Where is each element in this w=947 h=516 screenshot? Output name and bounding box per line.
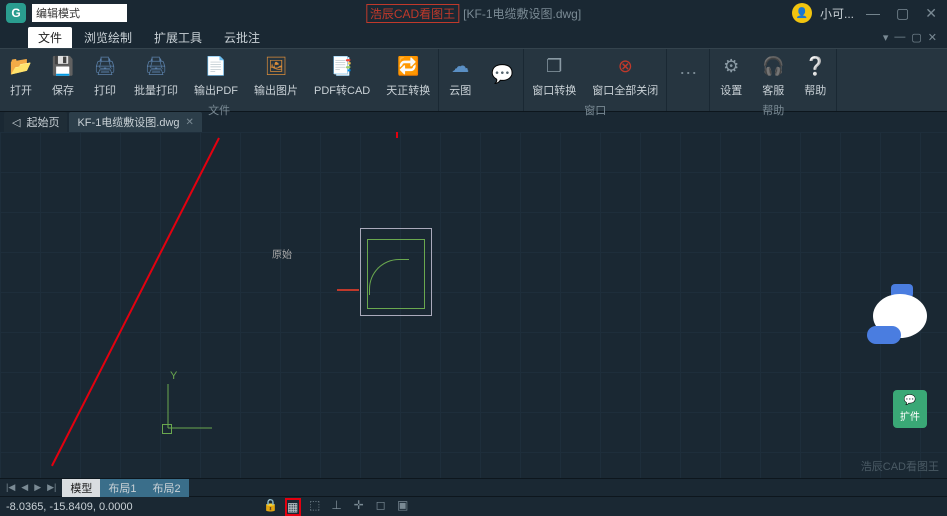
drawing-rect — [360, 228, 432, 316]
convert-icon: 📑 — [329, 53, 355, 79]
ribbon-group-file: 📂打开 💾保存 🖨打印 🖨批量打印 📄输出PDF 🖼输出图片 📑PDF转CAD … — [0, 49, 439, 111]
image-icon: 🖼 — [263, 53, 289, 79]
save-button[interactable]: 💾保存 — [42, 49, 84, 102]
collapse-ribbon-icon[interactable]: ▾ — [883, 31, 889, 44]
close-doc-icon[interactable]: ✕ — [928, 31, 937, 44]
minimize-button[interactable]: — — [862, 5, 884, 21]
print-button[interactable]: 🖨打印 — [84, 49, 126, 102]
dots-icon: ⋯ — [675, 60, 701, 86]
window-switch-button[interactable]: ❐窗口转换 — [524, 49, 584, 102]
folder-open-icon: 📂 — [8, 53, 34, 79]
save-icon: 💾 — [50, 53, 76, 79]
status-ortho-icon[interactable]: ⊥ — [329, 498, 345, 516]
coordinates: -8.0365, -15.8409, 0.0000 — [6, 501, 133, 513]
last-tab-button[interactable]: ▶| — [45, 482, 58, 493]
cloud-button[interactable]: ☁云图 — [439, 49, 481, 102]
tab-layout2[interactable]: 布局2 — [145, 479, 189, 497]
ribbon-group-window: ❐窗口转换 ⊗窗口全部关闭 窗口 — [524, 49, 667, 111]
print-icon: 🖨 — [92, 53, 118, 79]
watermark: 浩辰CAD看图王 — [861, 458, 939, 474]
menu-cloud-annotate[interactable]: 云批注 — [214, 27, 270, 48]
menu-bar: 文件 浏览绘制 扩展工具 云批注 ▾ — ▢ ✕ — [0, 26, 947, 48]
start-tab[interactable]: ◁ 起始页 — [4, 112, 67, 132]
pdf-icon: 📄 — [203, 53, 229, 79]
layout-tabs: |◀ ◀ ▶ ▶| 模型 布局1 布局2 — [0, 478, 947, 496]
first-tab-button[interactable]: |◀ — [4, 482, 17, 493]
help-icon: ❔ — [802, 53, 828, 79]
ucs-origin — [162, 424, 172, 434]
status-lock-icon[interactable]: 🔒 — [263, 498, 279, 516]
ribbon-group-cloud: ☁云图 💬 — [439, 49, 524, 111]
annotation-arrow-top — [396, 132, 398, 138]
mascot[interactable] — [865, 282, 935, 342]
chat-icon: 💬 — [904, 395, 916, 406]
tab-model[interactable]: 模型 — [62, 479, 100, 497]
grid — [0, 132, 947, 478]
status-osnap-icon[interactable]: ◻ — [373, 498, 389, 516]
tianzheng-convert-button[interactable]: 🔁天正转换 — [378, 49, 438, 102]
open-button[interactable]: 📂打开 — [0, 49, 42, 102]
ribbon-group-label: 窗口 — [524, 102, 666, 120]
headset-icon: 🎧 — [760, 53, 786, 79]
window-close-all-button[interactable]: ⊗窗口全部关闭 — [584, 49, 666, 102]
user-name: 小可... — [820, 5, 854, 22]
title-center: 浩辰CAD看图王 [KF-1电缆敷设图.dwg] — [366, 4, 581, 23]
settings-button[interactable]: ⚙设置 — [710, 49, 752, 102]
drawing-curve — [369, 259, 409, 295]
plugin-button[interactable]: 💬 扩件 — [893, 390, 927, 428]
ribbon-group-label: 帮助 — [710, 102, 836, 120]
status-snap-icon[interactable]: ⬚ — [307, 498, 323, 516]
wechat-icon: 💬 — [489, 61, 515, 87]
status-grid-icon[interactable]: ▦ — [285, 498, 301, 516]
window-icon: ❐ — [541, 53, 567, 79]
export-image-button[interactable]: 🖼输出图片 — [246, 49, 306, 102]
tab-layout1[interactable]: 布局1 — [100, 479, 144, 497]
ribbon-group-help: ⚙设置 🎧客服 ❔帮助 帮助 — [710, 49, 837, 111]
menu-file[interactable]: 文件 — [28, 27, 72, 48]
pdf-to-cad-button[interactable]: 📑PDF转CAD — [306, 49, 378, 102]
ribbon-group-misc: ⋯ — [667, 49, 710, 111]
misc-button[interactable]: ⋯ — [667, 49, 709, 97]
restore-doc-icon[interactable]: ▢ — [911, 31, 921, 44]
title-bar: G 浩辰CAD看图王 [KF-1电缆敷设图.dwg] 👤 小可... — ▢ ✕ — [0, 0, 947, 26]
mode-input[interactable] — [32, 4, 127, 22]
export-pdf-button[interactable]: 📄输出PDF — [186, 49, 246, 102]
menu-browse-draw[interactable]: 浏览绘制 — [74, 27, 142, 48]
ribbon: 📂打开 💾保存 🖨打印 🖨批量打印 📄输出PDF 🖼输出图片 📑PDF转CAD … — [0, 48, 947, 112]
menu-extension-tools[interactable]: 扩展工具 — [144, 27, 212, 48]
drawing-dimension — [337, 289, 359, 291]
app-logo: G — [6, 3, 26, 23]
support-button[interactable]: 🎧客服 — [752, 49, 794, 102]
file-tab[interactable]: KF-1电缆敷设图.dwg✕ — [69, 112, 201, 132]
close-button[interactable]: ✕ — [921, 5, 941, 22]
wechat-button[interactable]: 💬 — [481, 49, 523, 102]
maximize-button[interactable]: ▢ — [892, 5, 913, 22]
drawing-canvas[interactable]: 原始 Y 💬 扩件 浩辰CAD看图王 — [0, 132, 947, 478]
prev-tab-button[interactable]: ◀ — [19, 482, 30, 493]
gear-icon: ⚙ — [718, 53, 744, 79]
file-title: [KF-1电缆敷设图.dwg] — [463, 5, 581, 22]
min-doc-icon[interactable]: — — [894, 31, 905, 44]
window-close-icon: ⊗ — [612, 53, 638, 79]
user-avatar[interactable]: 👤 — [792, 3, 812, 23]
help-button[interactable]: ❔帮助 — [794, 49, 836, 102]
app-name: 浩辰CAD看图王 — [366, 4, 459, 23]
drawing-text: 原始 — [272, 246, 292, 261]
status-dyn-icon[interactable]: ▣ — [395, 498, 411, 516]
batch-print-button[interactable]: 🖨批量打印 — [126, 49, 186, 102]
status-polar-icon[interactable]: ✛ — [351, 498, 367, 516]
close-tab-icon[interactable]: ✕ — [186, 117, 194, 128]
cloud-icon: ☁ — [447, 53, 473, 79]
status-bar: -8.0365, -15.8409, 0.0000 🔒 ▦ ⬚ ⊥ ✛ ◻ ▣ — [0, 496, 947, 516]
next-tab-button[interactable]: ▶ — [32, 482, 43, 493]
tz-icon: 🔁 — [395, 53, 421, 79]
batch-print-icon: 🖨 — [143, 53, 169, 79]
